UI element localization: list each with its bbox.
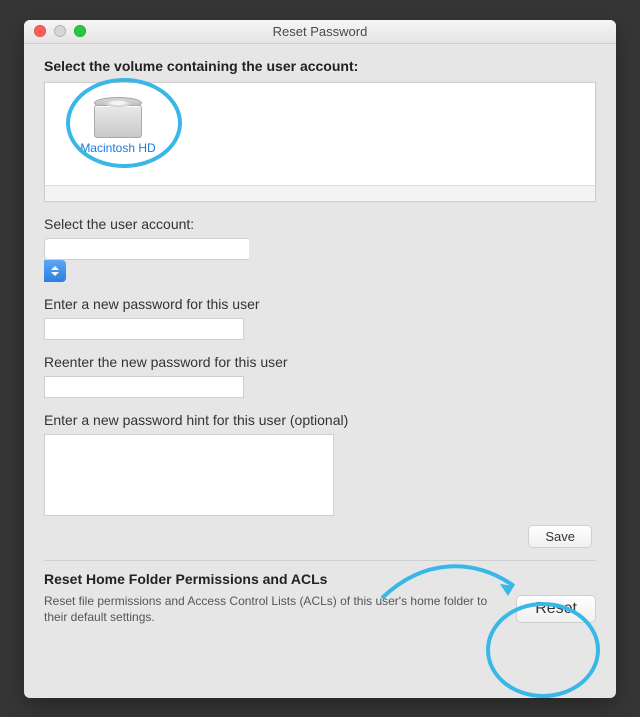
close-window-button[interactable] — [34, 25, 46, 37]
volume-list-footer — [45, 185, 595, 201]
window-title: Reset Password — [24, 24, 616, 39]
account-select[interactable] — [44, 238, 249, 282]
window-content: Select the volume containing the user ac… — [24, 44, 616, 625]
traffic-lights — [24, 25, 86, 37]
select-account-label: Select the user account: — [44, 216, 596, 232]
reset-button[interactable]: Reset — [516, 595, 596, 623]
new-password-input[interactable] — [44, 318, 244, 340]
volume-name-label: Macintosh HD — [80, 141, 155, 155]
new-password-label: Enter a new password for this user — [44, 296, 596, 312]
volume-list: Macintosh HD — [44, 82, 596, 202]
account-select-value[interactable] — [44, 238, 249, 260]
select-volume-heading: Select the volume containing the user ac… — [44, 58, 596, 74]
reenter-password-label: Reenter the new password for this user — [44, 354, 596, 370]
save-button[interactable]: Save — [528, 525, 592, 548]
reset-password-window: Reset Password Select the volume contain… — [24, 20, 616, 698]
divider — [44, 560, 596, 561]
hard-disk-icon — [92, 95, 144, 139]
password-hint-input[interactable] — [44, 434, 334, 516]
permissions-description: Reset file permissions and Access Contro… — [44, 593, 500, 625]
minimize-window-button[interactable] — [54, 25, 66, 37]
titlebar: Reset Password — [24, 20, 616, 44]
permissions-section-title: Reset Home Folder Permissions and ACLs — [44, 571, 596, 587]
volume-item-macintosh-hd[interactable]: Macintosh HD — [53, 91, 183, 157]
reenter-password-input[interactable] — [44, 376, 244, 398]
chevron-up-down-icon[interactable] — [44, 260, 66, 282]
zoom-window-button[interactable] — [74, 25, 86, 37]
password-hint-label: Enter a new password hint for this user … — [44, 412, 596, 428]
